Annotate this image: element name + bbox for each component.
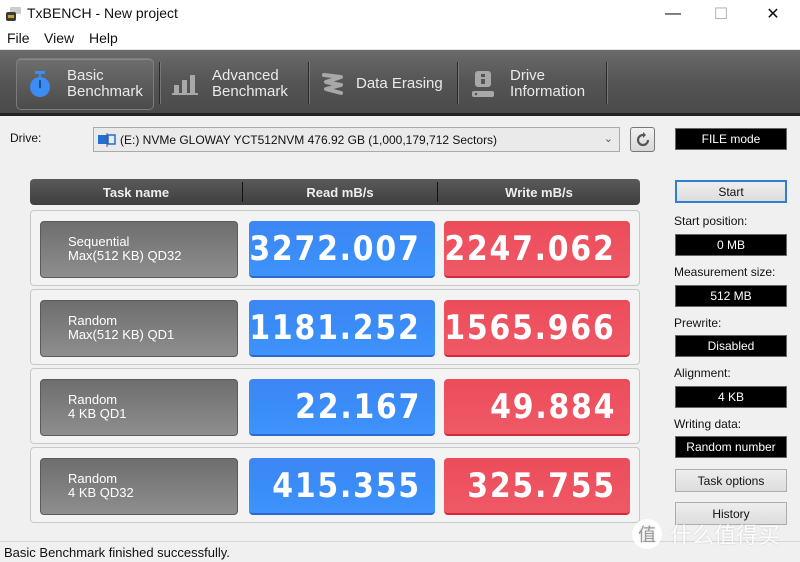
prewrite-label: Prewrite: — [674, 316, 722, 330]
tab-data-erasing[interactable]: Data Erasing — [318, 58, 454, 110]
close-button[interactable]: ✕ — [750, 0, 796, 28]
drive-selected-value: (E:) NVMe GLOWAY YCT512NVM 476.92 GB (1,… — [120, 132, 498, 147]
minimize-button[interactable]: — — [650, 0, 696, 28]
header-read: Read mB/s — [306, 184, 374, 200]
header-task-name: Task name — [102, 184, 170, 200]
tab-basic-line1: Basic — [67, 67, 104, 84]
task-options-button[interactable]: Task options — [675, 469, 787, 492]
tab-separator — [606, 62, 608, 104]
title-bar: TxBENCH - New project — ☐ ✕ — [0, 0, 800, 28]
start-position-label: Start position: — [674, 214, 748, 228]
prewrite-value[interactable]: Disabled — [675, 335, 787, 357]
tab-erasing-label: Data Erasing — [356, 75, 443, 92]
tab-advanced-line1: Advanced — [212, 67, 279, 84]
drive-select[interactable]: (E:) NVMe GLOWAY YCT512NVM 476.92 GB (1,… — [93, 127, 620, 152]
tab-basic-benchmark[interactable]: Basic Benchmark — [16, 58, 154, 110]
task-name-line2: Max(512 KB) QD32 — [68, 248, 182, 263]
eraser-icon — [318, 69, 348, 99]
maximize-button[interactable]: ☐ — [698, 0, 744, 28]
task-button[interactable]: Random Max(512 KB) QD1 — [40, 300, 238, 357]
watermark-badge-icon: 值 — [632, 519, 662, 549]
read-value: 1181.252 — [249, 300, 435, 357]
read-value: 3272.007 — [249, 221, 435, 278]
status-text: Basic Benchmark finished successfully. — [4, 545, 230, 560]
refresh-button[interactable] — [630, 127, 655, 152]
menu-file[interactable]: File — [7, 30, 30, 46]
watermark-text: 什么值得买 — [670, 523, 781, 548]
menu-view[interactable]: View — [44, 30, 74, 46]
read-value-text: 1181.252 — [249, 307, 421, 348]
drive-label: Drive: — [10, 131, 42, 145]
write-value: 2247.062 — [444, 221, 630, 278]
menu-help[interactable]: Help — [89, 30, 118, 46]
write-value-text: 1565.966 — [444, 307, 616, 348]
tab-drive-line1: Drive — [510, 67, 546, 84]
alignment-label: Alignment: — [674, 366, 731, 380]
bar-chart-icon — [170, 69, 200, 99]
task-name-line1: Sequential — [68, 234, 130, 249]
task-button[interactable]: Sequential Max(512 KB) QD32 — [40, 221, 238, 278]
header-write: Write mB/s — [505, 184, 573, 200]
alignment-value[interactable]: 4 KB — [675, 386, 787, 408]
task-name-line1: Random — [68, 313, 118, 328]
task-name-line1: Random — [68, 392, 118, 407]
task-name-line2: 4 KB QD1 — [68, 406, 127, 421]
writing-data-label: Writing data: — [674, 417, 742, 431]
start-button[interactable]: Start — [675, 180, 787, 203]
start-position-value[interactable]: 0 MB — [675, 234, 787, 256]
tab-drive-line2: Information — [510, 83, 586, 100]
write-value-text: 325.755 — [467, 465, 616, 506]
tab-separator — [159, 62, 161, 104]
task-name-line1: Random — [68, 471, 118, 486]
chevron-down-icon[interactable]: ⌄ — [604, 132, 613, 145]
write-value-text: 2247.062 — [444, 228, 616, 269]
measurement-size-value[interactable]: 512 MB — [675, 285, 787, 307]
task-button[interactable]: Random 4 KB QD32 — [40, 458, 238, 515]
read-value-text: 22.167 — [294, 386, 421, 427]
tab-basic-line2: Benchmark — [67, 83, 143, 100]
tab-drive-information[interactable]: Drive Information — [468, 58, 608, 110]
tab-advanced-line2: Benchmark — [212, 83, 288, 100]
stopwatch-icon — [25, 69, 55, 99]
read-value: 415.355 — [249, 458, 435, 515]
menu-bar: File View Help — [0, 28, 800, 50]
task-name-line2: Max(512 KB) QD1 — [68, 327, 175, 342]
read-value-text: 3272.007 — [249, 228, 421, 269]
measurement-size-label: Measurement size: — [674, 265, 776, 279]
drive-info-icon — [468, 69, 498, 99]
writing-data-value[interactable]: Random number — [675, 436, 787, 458]
result-row-rnd-4k-q1: Random 4 KB QD1 22.167 49.884 — [30, 368, 640, 444]
task-name-line2: 4 KB QD32 — [68, 485, 134, 500]
result-row-rnd-512-q1: Random Max(512 KB) QD1 1181.252 1565.966 — [30, 289, 640, 365]
tab-separator — [457, 62, 459, 104]
window-title: TxBENCH - New project — [27, 5, 178, 21]
result-row-seq-q32: Sequential Max(512 KB) QD32 3272.007 224… — [30, 210, 640, 286]
write-value: 49.884 — [444, 379, 630, 436]
write-value-text: 49.884 — [489, 386, 616, 427]
refresh-icon — [636, 131, 649, 146]
task-button[interactable]: Random 4 KB QD1 — [40, 379, 238, 436]
result-row-rnd-4k-q32: Random 4 KB QD32 415.355 325.755 — [30, 447, 640, 523]
tab-advanced-benchmark[interactable]: Advanced Benchmark — [170, 58, 304, 110]
results-header: Task name Read mB/s Write mB/s — [30, 179, 640, 205]
tab-separator — [308, 62, 310, 104]
read-value-text: 415.355 — [272, 465, 421, 506]
read-value: 22.167 — [249, 379, 435, 436]
txbench-window: TxBENCH - New project — ☐ ✕ File View He… — [0, 0, 800, 562]
watermark: 值 什么值得买 — [632, 518, 780, 550]
write-value: 1565.966 — [444, 300, 630, 357]
write-value: 325.755 — [444, 458, 630, 515]
app-icon — [6, 7, 21, 21]
mode-indicator: FILE mode — [675, 128, 787, 150]
main-toolbar: Basic Benchmark Advanced Benchmark Data Er… — [0, 50, 800, 116]
nvme-drive-icon — [98, 132, 116, 147]
